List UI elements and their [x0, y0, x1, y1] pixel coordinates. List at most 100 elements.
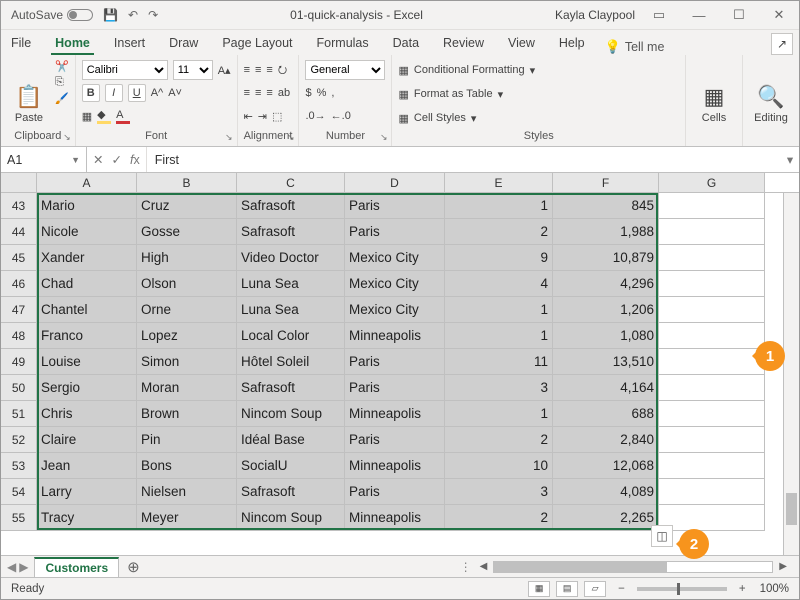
row-header[interactable]: 49: [1, 349, 37, 375]
cell[interactable]: Safrasoft: [237, 479, 345, 505]
cell[interactable]: Pin: [137, 427, 237, 453]
row-header[interactable]: 55: [1, 505, 37, 531]
font-color-button[interactable]: A: [116, 109, 130, 124]
minimize-button[interactable]: —: [679, 1, 719, 29]
cell[interactable]: Minneapolis: [345, 323, 445, 349]
user-name[interactable]: Kayla Claypool: [555, 8, 635, 22]
cell[interactable]: Franco: [37, 323, 137, 349]
increase-font-icon[interactable]: A▴: [218, 64, 231, 77]
cell[interactable]: Cruz: [137, 193, 237, 219]
borders-icon[interactable]: ▦: [82, 110, 92, 123]
cell[interactable]: [659, 297, 765, 323]
italic-button[interactable]: I: [105, 84, 123, 102]
fill-color-button[interactable]: ◆: [97, 108, 111, 124]
cell[interactable]: Minneapolis: [345, 453, 445, 479]
row-header[interactable]: 47: [1, 297, 37, 323]
tell-me[interactable]: 💡 Tell me: [605, 39, 665, 55]
cell[interactable]: 3: [445, 479, 553, 505]
cell[interactable]: [659, 401, 765, 427]
zoom-in-button[interactable]: +: [735, 583, 750, 595]
cell[interactable]: 2: [445, 427, 553, 453]
decrease-indent-icon[interactable]: ⇤: [244, 110, 253, 123]
cell[interactable]: Minneapolis: [345, 401, 445, 427]
font-size-select[interactable]: 11: [173, 60, 213, 80]
cell[interactable]: Simon: [137, 349, 237, 375]
cell[interactable]: Safrasoft: [237, 219, 345, 245]
tab-help[interactable]: Help: [555, 32, 589, 55]
row-header[interactable]: 43: [1, 193, 37, 219]
zoom-slider[interactable]: [637, 587, 727, 591]
row-header[interactable]: 51: [1, 401, 37, 427]
expand-formula-bar-icon[interactable]: ▾: [781, 152, 799, 167]
name-box[interactable]: A1 ▼: [1, 147, 87, 172]
cell[interactable]: 13,510: [553, 349, 659, 375]
align-middle-icon[interactable]: ≡: [255, 64, 261, 76]
maximize-button[interactable]: ☐: [719, 1, 759, 29]
cell[interactable]: Hôtel Soleil: [237, 349, 345, 375]
zoom-level[interactable]: 100%: [750, 583, 799, 595]
format-painter-icon[interactable]: 🖌️: [55, 92, 69, 105]
fx-icon[interactable]: fx: [130, 153, 140, 167]
row-header[interactable]: 53: [1, 453, 37, 479]
paste-button[interactable]: 📋 Paste: [7, 60, 51, 124]
cell[interactable]: Nicole: [37, 219, 137, 245]
accounting-icon[interactable]: $: [305, 87, 311, 99]
cell[interactable]: [659, 245, 765, 271]
column-header[interactable]: C: [237, 173, 345, 192]
cells-area[interactable]: MarioCruzSafrasoftParis1845NicoleGosseSa…: [37, 193, 799, 555]
row-header[interactable]: 50: [1, 375, 37, 401]
page-break-view-button[interactable]: ▱: [584, 581, 606, 597]
new-sheet-button[interactable]: ⊕: [119, 558, 148, 576]
increase-decimal-icon[interactable]: .0→: [305, 110, 325, 122]
cell[interactable]: 845: [553, 193, 659, 219]
cell[interactable]: Paris: [345, 349, 445, 375]
cell[interactable]: 1,206: [553, 297, 659, 323]
cell[interactable]: Idéal Base: [237, 427, 345, 453]
row-header[interactable]: 45: [1, 245, 37, 271]
cell[interactable]: Chantel: [37, 297, 137, 323]
cell[interactable]: Paris: [345, 193, 445, 219]
cell[interactable]: 11: [445, 349, 553, 375]
cell[interactable]: [659, 479, 765, 505]
cell[interactable]: 4,296: [553, 271, 659, 297]
cell[interactable]: Minneapolis: [345, 505, 445, 531]
cell[interactable]: 4,089: [553, 479, 659, 505]
copy-icon[interactable]: ⎘: [55, 76, 69, 89]
cell[interactable]: Sergio: [37, 375, 137, 401]
cell[interactable]: Nielsen: [137, 479, 237, 505]
orientation-icon[interactable]: ⭮: [278, 61, 287, 80]
cell[interactable]: 3: [445, 375, 553, 401]
sheet-split-icon[interactable]: ⋮: [460, 560, 472, 574]
cell[interactable]: 1,988: [553, 219, 659, 245]
cell[interactable]: Chris: [37, 401, 137, 427]
hscroll-track[interactable]: [493, 561, 773, 573]
column-header[interactable]: A: [37, 173, 137, 192]
tab-page-layout[interactable]: Page Layout: [218, 32, 296, 55]
cell[interactable]: 4,164: [553, 375, 659, 401]
undo-icon[interactable]: ↶: [128, 8, 138, 22]
tab-home[interactable]: Home: [51, 32, 94, 55]
cell[interactable]: Paris: [345, 479, 445, 505]
align-left-icon[interactable]: ≡: [244, 87, 250, 99]
tab-nav-prev-icon[interactable]: ◀: [7, 560, 16, 574]
align-center-icon[interactable]: ≡: [255, 87, 261, 99]
cell[interactable]: [659, 505, 765, 531]
cell[interactable]: 2: [445, 505, 553, 531]
column-header[interactable]: B: [137, 173, 237, 192]
cell[interactable]: Jean: [37, 453, 137, 479]
number-format-select[interactable]: General: [305, 60, 385, 80]
ribbon-options-button[interactable]: ▭: [639, 1, 679, 29]
tab-nav-next-icon[interactable]: ▶: [19, 560, 28, 574]
cell[interactable]: Louise: [37, 349, 137, 375]
cell[interactable]: Claire: [37, 427, 137, 453]
cell[interactable]: Nincom Soup: [237, 401, 345, 427]
dialog-launcher-icon[interactable]: ↘: [63, 132, 71, 143]
wrap-text-icon[interactable]: ab: [278, 87, 290, 99]
cell[interactable]: Nincom Soup: [237, 505, 345, 531]
cell[interactable]: 2,840: [553, 427, 659, 453]
cell[interactable]: Local Color: [237, 323, 345, 349]
share-button[interactable]: ↗: [771, 33, 793, 55]
column-header[interactable]: E: [445, 173, 553, 192]
cell[interactable]: Luna Sea: [237, 297, 345, 323]
cell[interactable]: Mexico City: [345, 297, 445, 323]
